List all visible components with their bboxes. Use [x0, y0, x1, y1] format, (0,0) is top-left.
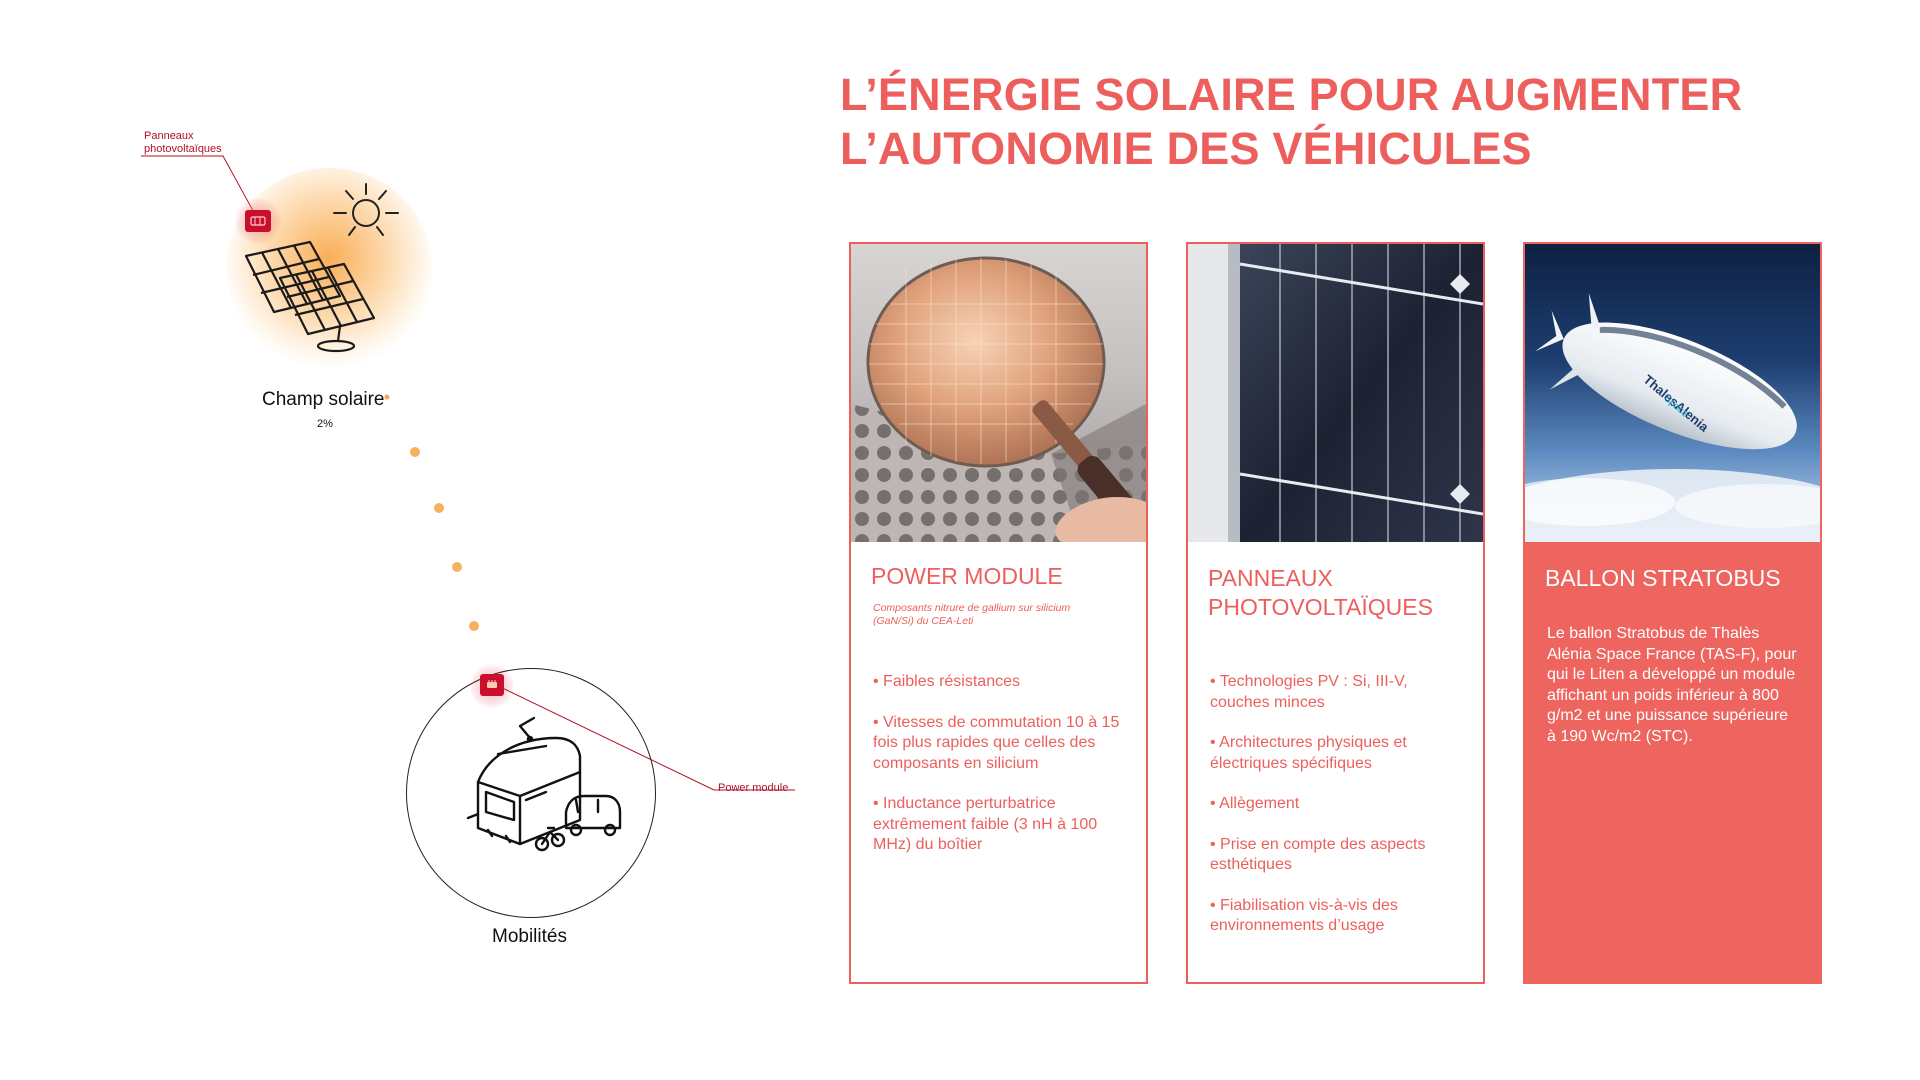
- pv-badge-icon[interactable]: [245, 210, 271, 232]
- vehicles-icon: [466, 716, 622, 852]
- card-power-module-title: POWER MODULE: [871, 563, 1063, 589]
- list-item: • Technologies PV : Si, III-V, couches m…: [1210, 673, 1408, 711]
- pv-panel-photo: [1188, 244, 1483, 542]
- card-power-module: POWER MODULE Composants nitrure de galli…: [849, 242, 1148, 984]
- flow-dot: [384, 394, 390, 400]
- page-title: L’ÉNERGIE SOLAIRE POUR AUGMENTER L’AUTON…: [840, 68, 1880, 176]
- card-power-module-bullets: • Faibles résistances • Vitesses de comm…: [873, 672, 1133, 876]
- mobility-label: Mobilités: [492, 926, 567, 947]
- energy-diagram: Panneaux photovoltaïques Power module Ch…: [0, 0, 820, 1000]
- list-item: • Inductance perturbatrice extrêmement f…: [873, 795, 1098, 853]
- list-item: • Allègement: [1210, 795, 1300, 812]
- page-title-line-2: L’AUTONOMIE DES VÉHICULES: [840, 123, 1532, 174]
- list-item: • Architectures physiques et électriques…: [1210, 734, 1407, 772]
- solar-field-label: Champ solaire: [262, 389, 385, 410]
- solar-percent-label: 2%: [317, 418, 333, 430]
- flow-dot: [469, 621, 479, 631]
- solar-panel-icon: [244, 240, 376, 353]
- card-pv-panels-bullets: • Technologies PV : Si, III-V, couches m…: [1210, 672, 1470, 957]
- list-item: • Vitesses de commutation 10 à 15 fois p…: [873, 713, 1120, 772]
- card-power-module-subtitle: Composants nitrure de gallium sur silici…: [873, 602, 1071, 627]
- flow-dot: [434, 503, 444, 513]
- card-pv-panels: PANNEAUX PHOTOVOLTAÏQUES • Technologies …: [1186, 242, 1485, 984]
- list-item: • Faibles résistances: [873, 673, 1020, 690]
- page-title-line-1: L’ÉNERGIE SOLAIRE POUR AUGMENTER: [840, 69, 1743, 120]
- power-module-badge-icon[interactable]: [480, 674, 504, 696]
- flow-dot: [452, 562, 462, 572]
- diagram-connectors: [141, 155, 795, 791]
- card-pv-panels-title: PANNEAUX PHOTOVOLTAÏQUES: [1208, 565, 1433, 620]
- flow-dot: [410, 447, 420, 457]
- card-stratobus-description: Le ballon Stratobus de Thalès Alénia Spa…: [1547, 625, 1797, 745]
- wafer-photo: [851, 244, 1146, 542]
- list-item: • Fiabilisation vis-à-vis des environnem…: [1210, 896, 1398, 935]
- pv-callout-label: Panneaux photovoltaïques: [144, 130, 222, 155]
- list-item: • Prise en compte des aspects esthétique…: [1210, 835, 1426, 874]
- stratobus-photo: ThalesAlenia Space: [1525, 244, 1820, 542]
- card-stratobus: ThalesAlenia Space BALLON STRATOBUS Le b…: [1523, 242, 1822, 984]
- power-module-callout-label: Power module: [718, 782, 789, 794]
- card-stratobus-title: BALLON STRATOBUS: [1545, 565, 1781, 591]
